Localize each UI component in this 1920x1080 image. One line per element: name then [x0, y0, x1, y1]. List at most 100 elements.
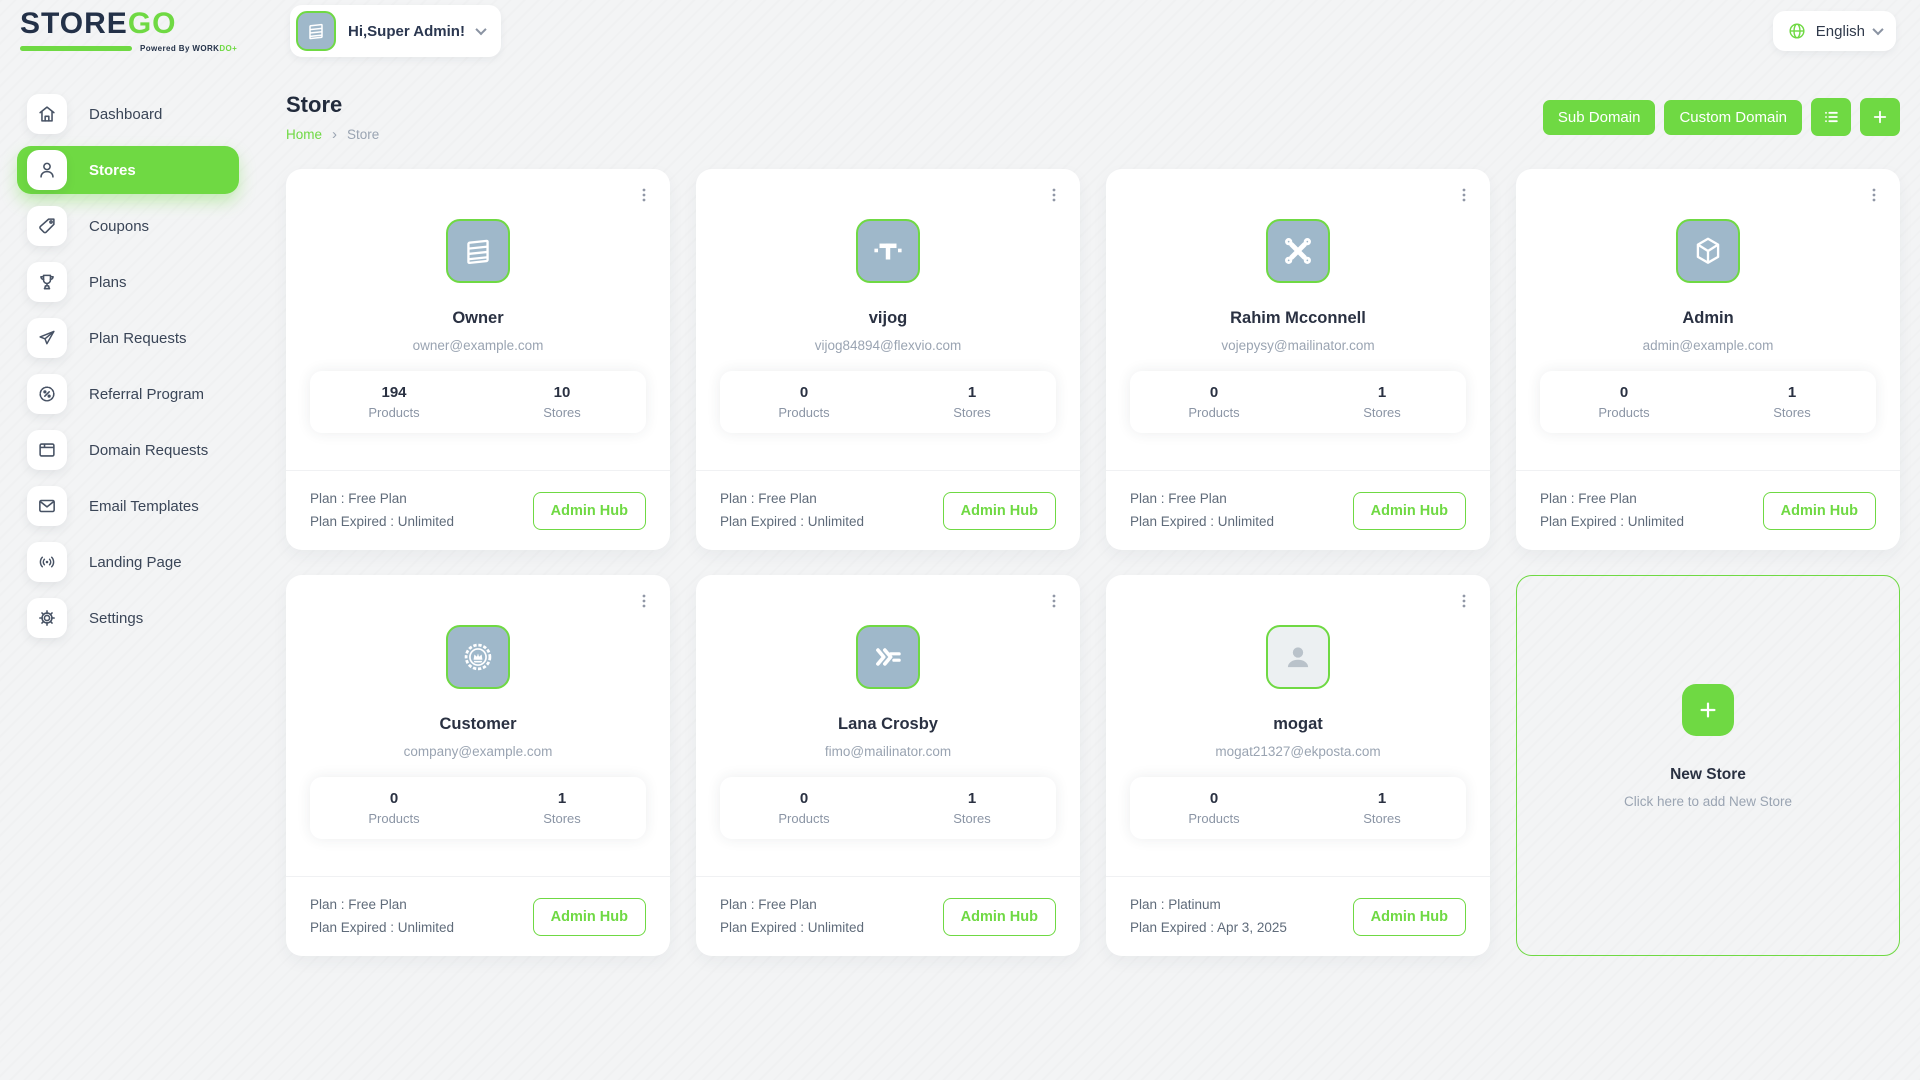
list-view-icon — [1821, 107, 1841, 127]
store-email: owner@example.com — [413, 338, 544, 353]
logo-wordmark: STOREGO — [20, 9, 262, 39]
admin-hub-button[interactable]: Admin Hub — [533, 898, 646, 936]
store-stats: 0Products 1Stores — [1130, 777, 1466, 839]
plan-expired-text: Plan Expired : Unlimited — [310, 511, 454, 533]
new-store-card[interactable]: New Store Click here to add New Store — [1516, 575, 1900, 956]
sidebar-item-plans[interactable]: Plans — [17, 258, 239, 306]
stores-label: Stores — [1708, 405, 1876, 420]
plan-text: Plan : Free Plan — [1540, 488, 1684, 510]
kebab-menu-icon — [1456, 593, 1472, 609]
crown-badge-icon — [461, 640, 495, 674]
plan-expired-text: Plan Expired : Unlimited — [720, 511, 864, 533]
admin-hub-button[interactable]: Admin Hub — [1353, 898, 1466, 936]
sidebar-item-plan-requests[interactable]: Plan Requests — [17, 314, 239, 362]
plan-text: Plan : Platinum — [1130, 894, 1287, 916]
sidebar-item-stores[interactable]: Stores — [17, 146, 239, 194]
sub-domain-button[interactable]: Sub Domain — [1543, 100, 1656, 135]
add-store-button[interactable] — [1860, 98, 1900, 136]
sidebar-item-email-templates[interactable]: Email Templates — [17, 482, 239, 530]
cube-logo-icon — [1691, 234, 1725, 268]
sidebar-item-label: Dashboard — [89, 106, 162, 123]
person-icon — [1280, 639, 1316, 675]
new-store-subtitle: Click here to add New Store — [1624, 794, 1792, 809]
products-label: Products — [1130, 811, 1298, 826]
sidebar-item-dashboard[interactable]: Dashboard — [17, 90, 239, 138]
products-count: 0 — [720, 790, 888, 807]
store-avatar — [446, 625, 510, 689]
page-header: Store Home › Store Sub Domain Custom Dom… — [286, 92, 1900, 143]
store-cards-grid: Owner owner@example.com 194Products 10St… — [286, 169, 1900, 956]
language-label: English — [1816, 23, 1865, 40]
admin-hub-button[interactable]: Admin Hub — [1353, 492, 1466, 530]
store-email: company@example.com — [404, 744, 553, 759]
list-view-button[interactable] — [1811, 98, 1851, 136]
products-count: 0 — [1540, 384, 1708, 401]
admin-hub-button[interactable]: Admin Hub — [533, 492, 646, 530]
card-menu-button[interactable] — [1860, 181, 1888, 209]
store-name: Admin — [1682, 309, 1733, 328]
sidebar-item-settings[interactable]: Settings — [17, 594, 239, 642]
products-label: Products — [720, 811, 888, 826]
sidebar-item-coupons[interactable]: Coupons — [17, 202, 239, 250]
custom-domain-button[interactable]: Custom Domain — [1664, 100, 1802, 135]
sidebar-item-label: Stores — [89, 162, 136, 179]
plan-expired-text: Plan Expired : Unlimited — [720, 917, 864, 939]
card-menu-button[interactable] — [630, 587, 658, 615]
kebab-menu-icon — [1866, 187, 1882, 203]
sidebar-item-referral-program[interactable]: Referral Program — [17, 370, 239, 418]
kebab-menu-icon — [636, 593, 652, 609]
card-menu-button[interactable] — [1040, 181, 1068, 209]
sidebar-item-label: Settings — [89, 610, 143, 627]
kebab-menu-icon — [1046, 593, 1062, 609]
breadcrumb-home-link[interactable]: Home — [286, 127, 322, 142]
plan-expired-text: Plan Expired : Apr 3, 2025 — [1130, 917, 1287, 939]
sidebar-item-label: Referral Program — [89, 386, 204, 403]
stores-count: 1 — [1708, 384, 1876, 401]
card-menu-button[interactable] — [1450, 181, 1478, 209]
add-new-store-button[interactable] — [1682, 684, 1734, 736]
store-avatar — [856, 219, 920, 283]
new-store-title: New Store — [1670, 766, 1746, 784]
globe-icon — [1787, 21, 1807, 41]
language-selector[interactable]: English — [1773, 11, 1896, 51]
store-stats: 0Products 1Stores — [720, 777, 1056, 839]
admin-hub-button[interactable]: Admin Hub — [1763, 492, 1876, 530]
logo-tagline: Powered By WORKDO+ — [20, 44, 262, 53]
store-stats: 0Products 1Stores — [310, 777, 646, 839]
sidebar-item-label: Domain Requests — [89, 442, 208, 459]
user-menu[interactable]: Hi,Super Admin! — [290, 5, 501, 57]
products-label: Products — [310, 405, 478, 420]
building-icon — [304, 19, 328, 43]
page-title: Store — [286, 92, 379, 118]
plan-text: Plan : Free Plan — [310, 488, 454, 510]
store-avatar — [446, 219, 510, 283]
user-icon — [36, 159, 58, 181]
products-count: 0 — [310, 790, 478, 807]
stores-count: 1 — [888, 384, 1056, 401]
card-menu-button[interactable] — [1450, 587, 1478, 615]
admin-hub-button[interactable]: Admin Hub — [943, 898, 1056, 936]
stores-count: 1 — [1298, 790, 1466, 807]
admin-hub-button[interactable]: Admin Hub — [943, 492, 1056, 530]
sidebar-item-landing-page[interactable]: Landing Page — [17, 538, 239, 586]
breadcrumb: Home › Store — [286, 126, 379, 143]
trophy-icon — [36, 271, 58, 293]
sidebar-item-domain-requests[interactable]: Domain Requests — [17, 426, 239, 474]
sidebar-item-label: Coupons — [89, 218, 149, 235]
store-email: vojepysy@mailinator.com — [1221, 338, 1374, 353]
header-actions: Sub Domain Custom Domain — [1543, 98, 1900, 136]
top-header: STOREGO Powered By WORKDO+ Hi,Super Admi… — [0, 0, 1920, 62]
store-avatar — [1266, 219, 1330, 283]
workdo-plus-mark: + — [232, 44, 237, 53]
card-footer: Plan : Free PlanPlan Expired : Unlimited… — [1516, 470, 1900, 550]
card-menu-button[interactable] — [1040, 587, 1068, 615]
chevron-down-icon — [475, 24, 486, 35]
stores-label: Stores — [888, 405, 1056, 420]
store-stats: 0Products 1Stores — [1540, 371, 1876, 433]
card-menu-button[interactable] — [630, 181, 658, 209]
plan-text: Plan : Free Plan — [720, 488, 864, 510]
plus-icon — [1697, 699, 1719, 721]
logo-go-text: GO — [128, 7, 177, 40]
powered-by-text: Powered By — [140, 44, 192, 53]
products-count: 194 — [310, 384, 478, 401]
